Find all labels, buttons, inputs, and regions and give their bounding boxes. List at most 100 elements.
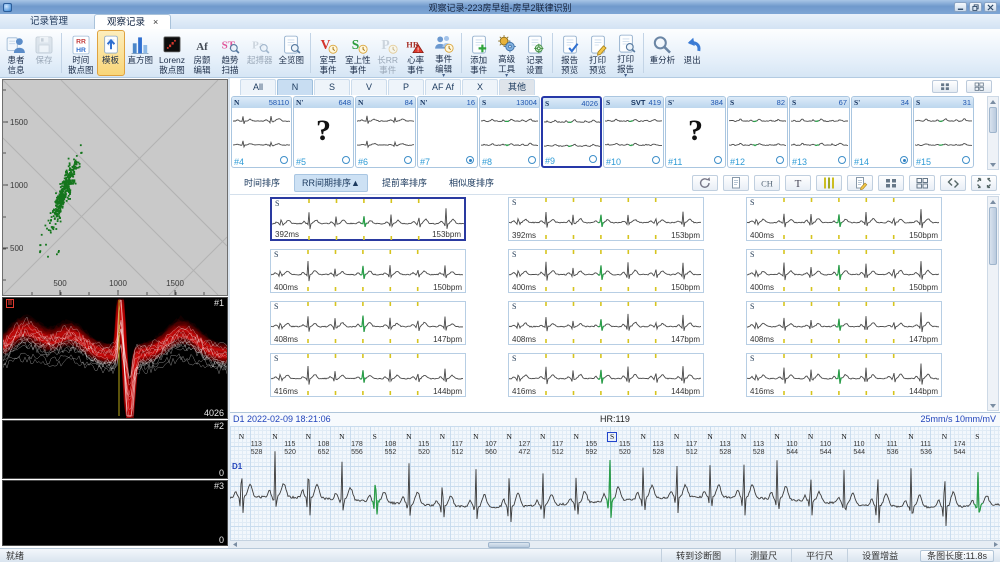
scrollbar-thumb[interactable] xyxy=(989,107,997,133)
ecg-strip-7[interactable]: S408ms147bpm xyxy=(508,301,704,345)
template-radio[interactable] xyxy=(466,156,474,164)
template-card-5[interactable]: N'648?#5 xyxy=(293,96,354,168)
toolbar-button-patient-info[interactable]: 患者 信息 xyxy=(2,30,30,76)
ecg-strip-1[interactable]: S392ms153bpm xyxy=(508,197,704,241)
toolbar-button-add-event[interactable]: 添加 事件 xyxy=(465,30,493,76)
toolbar-button-af-edit[interactable]: Af房颤 编辑 xyxy=(188,30,216,76)
scroll-left-arrow-icon[interactable] xyxy=(230,541,239,548)
category-tab-s[interactable]: S xyxy=(314,79,350,95)
category-tab-n[interactable]: N xyxy=(277,79,313,95)
lorenz-scatter-plot[interactable]: 1500100050050010001500 xyxy=(2,79,228,296)
toolbar-button-s-event[interactable]: S室上性 事件 xyxy=(342,30,374,76)
status-strip-length[interactable]: 条图长度:11.8s xyxy=(920,550,994,562)
template-card-14[interactable]: S'34#14 xyxy=(851,96,912,168)
template-card-15[interactable]: S31#15 xyxy=(913,96,974,168)
scrollbar-thumb[interactable] xyxy=(488,542,530,548)
category-tab-all[interactable]: All xyxy=(240,79,276,95)
template-radio[interactable] xyxy=(652,156,660,164)
template-card-4[interactable]: N58110#4 xyxy=(231,96,292,168)
toolbar-button-trend-scan[interactable]: ST趋势 扫描 xyxy=(216,30,244,76)
layout-grid-small-button[interactable] xyxy=(932,80,958,93)
text-tool-button[interactable]: T xyxy=(785,175,811,191)
status-parallel-ruler[interactable]: 平行尺 xyxy=(791,549,847,562)
restore-button[interactable] xyxy=(969,2,982,12)
template-radio[interactable] xyxy=(528,156,536,164)
ecg-strip-3[interactable]: S400ms150bpm xyxy=(270,249,466,293)
toolbar-button-hr-event[interactable]: HR!心率 事件 xyxy=(402,30,430,76)
strip-grid-scrollbar[interactable] xyxy=(987,196,999,411)
template-card-6[interactable]: N84#6 xyxy=(355,96,416,168)
ecg-strip-5[interactable]: S400ms150bpm xyxy=(746,249,942,293)
template-card-8[interactable]: S13004#8 xyxy=(479,96,540,168)
grid-small-button[interactable] xyxy=(878,175,904,191)
sort-tab-sort-rr-interval[interactable]: RR间期排序▲ xyxy=(294,174,368,192)
template-card-11[interactable]: S'384?#11 xyxy=(665,96,726,168)
beat-overlay-panel-1[interactable]: II #1 4026 xyxy=(2,297,228,419)
template-card-9[interactable]: S4026#9 xyxy=(541,96,602,168)
ecg-strip-2[interactable]: S400ms150bpm xyxy=(746,197,942,241)
rhythm-ecg-area[interactable]: D1 N113528N115520N108652N178556S108552N1… xyxy=(230,426,1000,541)
toolbar-button-time-scatter[interactable]: RRHR时间 散点图 xyxy=(65,30,97,76)
template-radio[interactable] xyxy=(589,155,597,163)
toolbar-button-long-rr-event[interactable]: P长RR 事件 xyxy=(374,30,402,76)
toolbar-button-exit[interactable]: 退出 xyxy=(678,30,706,76)
collapse-button[interactable] xyxy=(940,175,966,191)
scroll-down-arrow-icon[interactable] xyxy=(988,160,998,169)
scrollbar-thumb[interactable] xyxy=(989,207,997,265)
sort-tab-sort-time[interactable]: 时间排序 xyxy=(236,174,288,192)
toolbar-button-record-settings[interactable]: 记录 设置 xyxy=(521,30,549,76)
close-tab-icon[interactable]: × xyxy=(153,17,158,27)
expand-button[interactable] xyxy=(971,175,997,191)
close-button[interactable] xyxy=(984,2,997,12)
template-radio[interactable] xyxy=(776,156,784,164)
refresh-button[interactable] xyxy=(692,175,718,191)
grid-large-button[interactable] xyxy=(909,175,935,191)
toolbar-button-reanalyze[interactable]: 重分析 xyxy=(647,30,679,76)
toolbar-button-histogram[interactable]: 直方图 xyxy=(125,30,157,76)
nav-tab-observe-record[interactable]: 观察记录× xyxy=(94,14,171,29)
ecg-strip-6[interactable]: S408ms147bpm xyxy=(270,301,466,345)
scroll-down-arrow-icon[interactable] xyxy=(988,401,998,410)
category-tab-p[interactable]: P xyxy=(388,79,424,95)
ecg-strip-4[interactable]: S400ms150bpm xyxy=(508,249,704,293)
rhythm-strip-panel[interactable]: D1 2022-02-09 18:21:06 HR:119 25mm/s 10m… xyxy=(230,412,1000,540)
layout-grid-large-button[interactable] xyxy=(966,80,992,93)
ecg-strip-0[interactable]: S392ms153bpm xyxy=(270,197,466,241)
ecg-strip-9[interactable]: S416ms144bpm xyxy=(270,353,466,397)
template-card-13[interactable]: S67#13 xyxy=(789,96,850,168)
template-radio[interactable] xyxy=(280,156,288,164)
template-radio[interactable] xyxy=(342,156,350,164)
toolbar-button-pacemaker[interactable]: Pa起搏器 xyxy=(244,30,276,76)
toolbar-button-print-preview[interactable]: 打印 预览 xyxy=(584,30,612,76)
scroll-right-arrow-icon[interactable] xyxy=(991,541,1000,548)
template-row-scrollbar[interactable] xyxy=(987,96,999,170)
ecg-strip-8[interactable]: S408ms147bpm xyxy=(746,301,942,345)
nav-tab-record-management[interactable]: 记录管理 xyxy=(18,14,80,29)
toolbar-button-report-preview[interactable]: 报告 预览 xyxy=(556,30,584,76)
toolbar-button-template[interactable]: 模板 xyxy=(97,30,125,76)
toolbar-button-advanced-tools[interactable]: 高级 工具▾ xyxy=(493,30,521,76)
sort-tab-sort-similarity[interactable]: 相似度排序 xyxy=(441,174,502,192)
scroll-up-arrow-icon[interactable] xyxy=(988,197,998,206)
category-tab-af-af[interactable]: AF Af xyxy=(425,79,461,95)
template-radio[interactable] xyxy=(714,156,722,164)
category-tab-other[interactable]: 其他 xyxy=(499,79,535,95)
beat-overlay-panel-3[interactable]: #3 0 xyxy=(2,480,228,546)
channel-button[interactable]: CH xyxy=(754,175,780,191)
status-measure-ruler[interactable]: 测量尺 xyxy=(735,549,791,562)
status-set-gain[interactable]: 设置增益 xyxy=(847,549,912,562)
page-button[interactable] xyxy=(723,175,749,191)
toolbar-button-print-report[interactable]: 打印 报告▾ xyxy=(612,30,640,76)
template-card-10[interactable]: SSVT419#10 xyxy=(603,96,664,168)
template-radio[interactable] xyxy=(900,156,908,164)
category-tab-v[interactable]: V xyxy=(351,79,387,95)
toolbar-button-save[interactable]: 保存 xyxy=(30,30,58,76)
toolbar-button-lorenz-scatter[interactable]: Lorenz 散点图 xyxy=(156,30,188,76)
minimize-button[interactable] xyxy=(954,2,967,12)
calipers-button[interactable] xyxy=(816,175,842,191)
status-goto-diagnosis[interactable]: 转到诊断图 xyxy=(661,549,735,562)
toolbar-button-overview[interactable]: 全览图 xyxy=(276,30,308,76)
ecg-strip-11[interactable]: S416ms144bpm xyxy=(746,353,942,397)
rhythm-horizontal-scrollbar[interactable] xyxy=(230,540,1000,548)
toolbar-button-v-event[interactable]: V室早 事件 xyxy=(314,30,342,76)
